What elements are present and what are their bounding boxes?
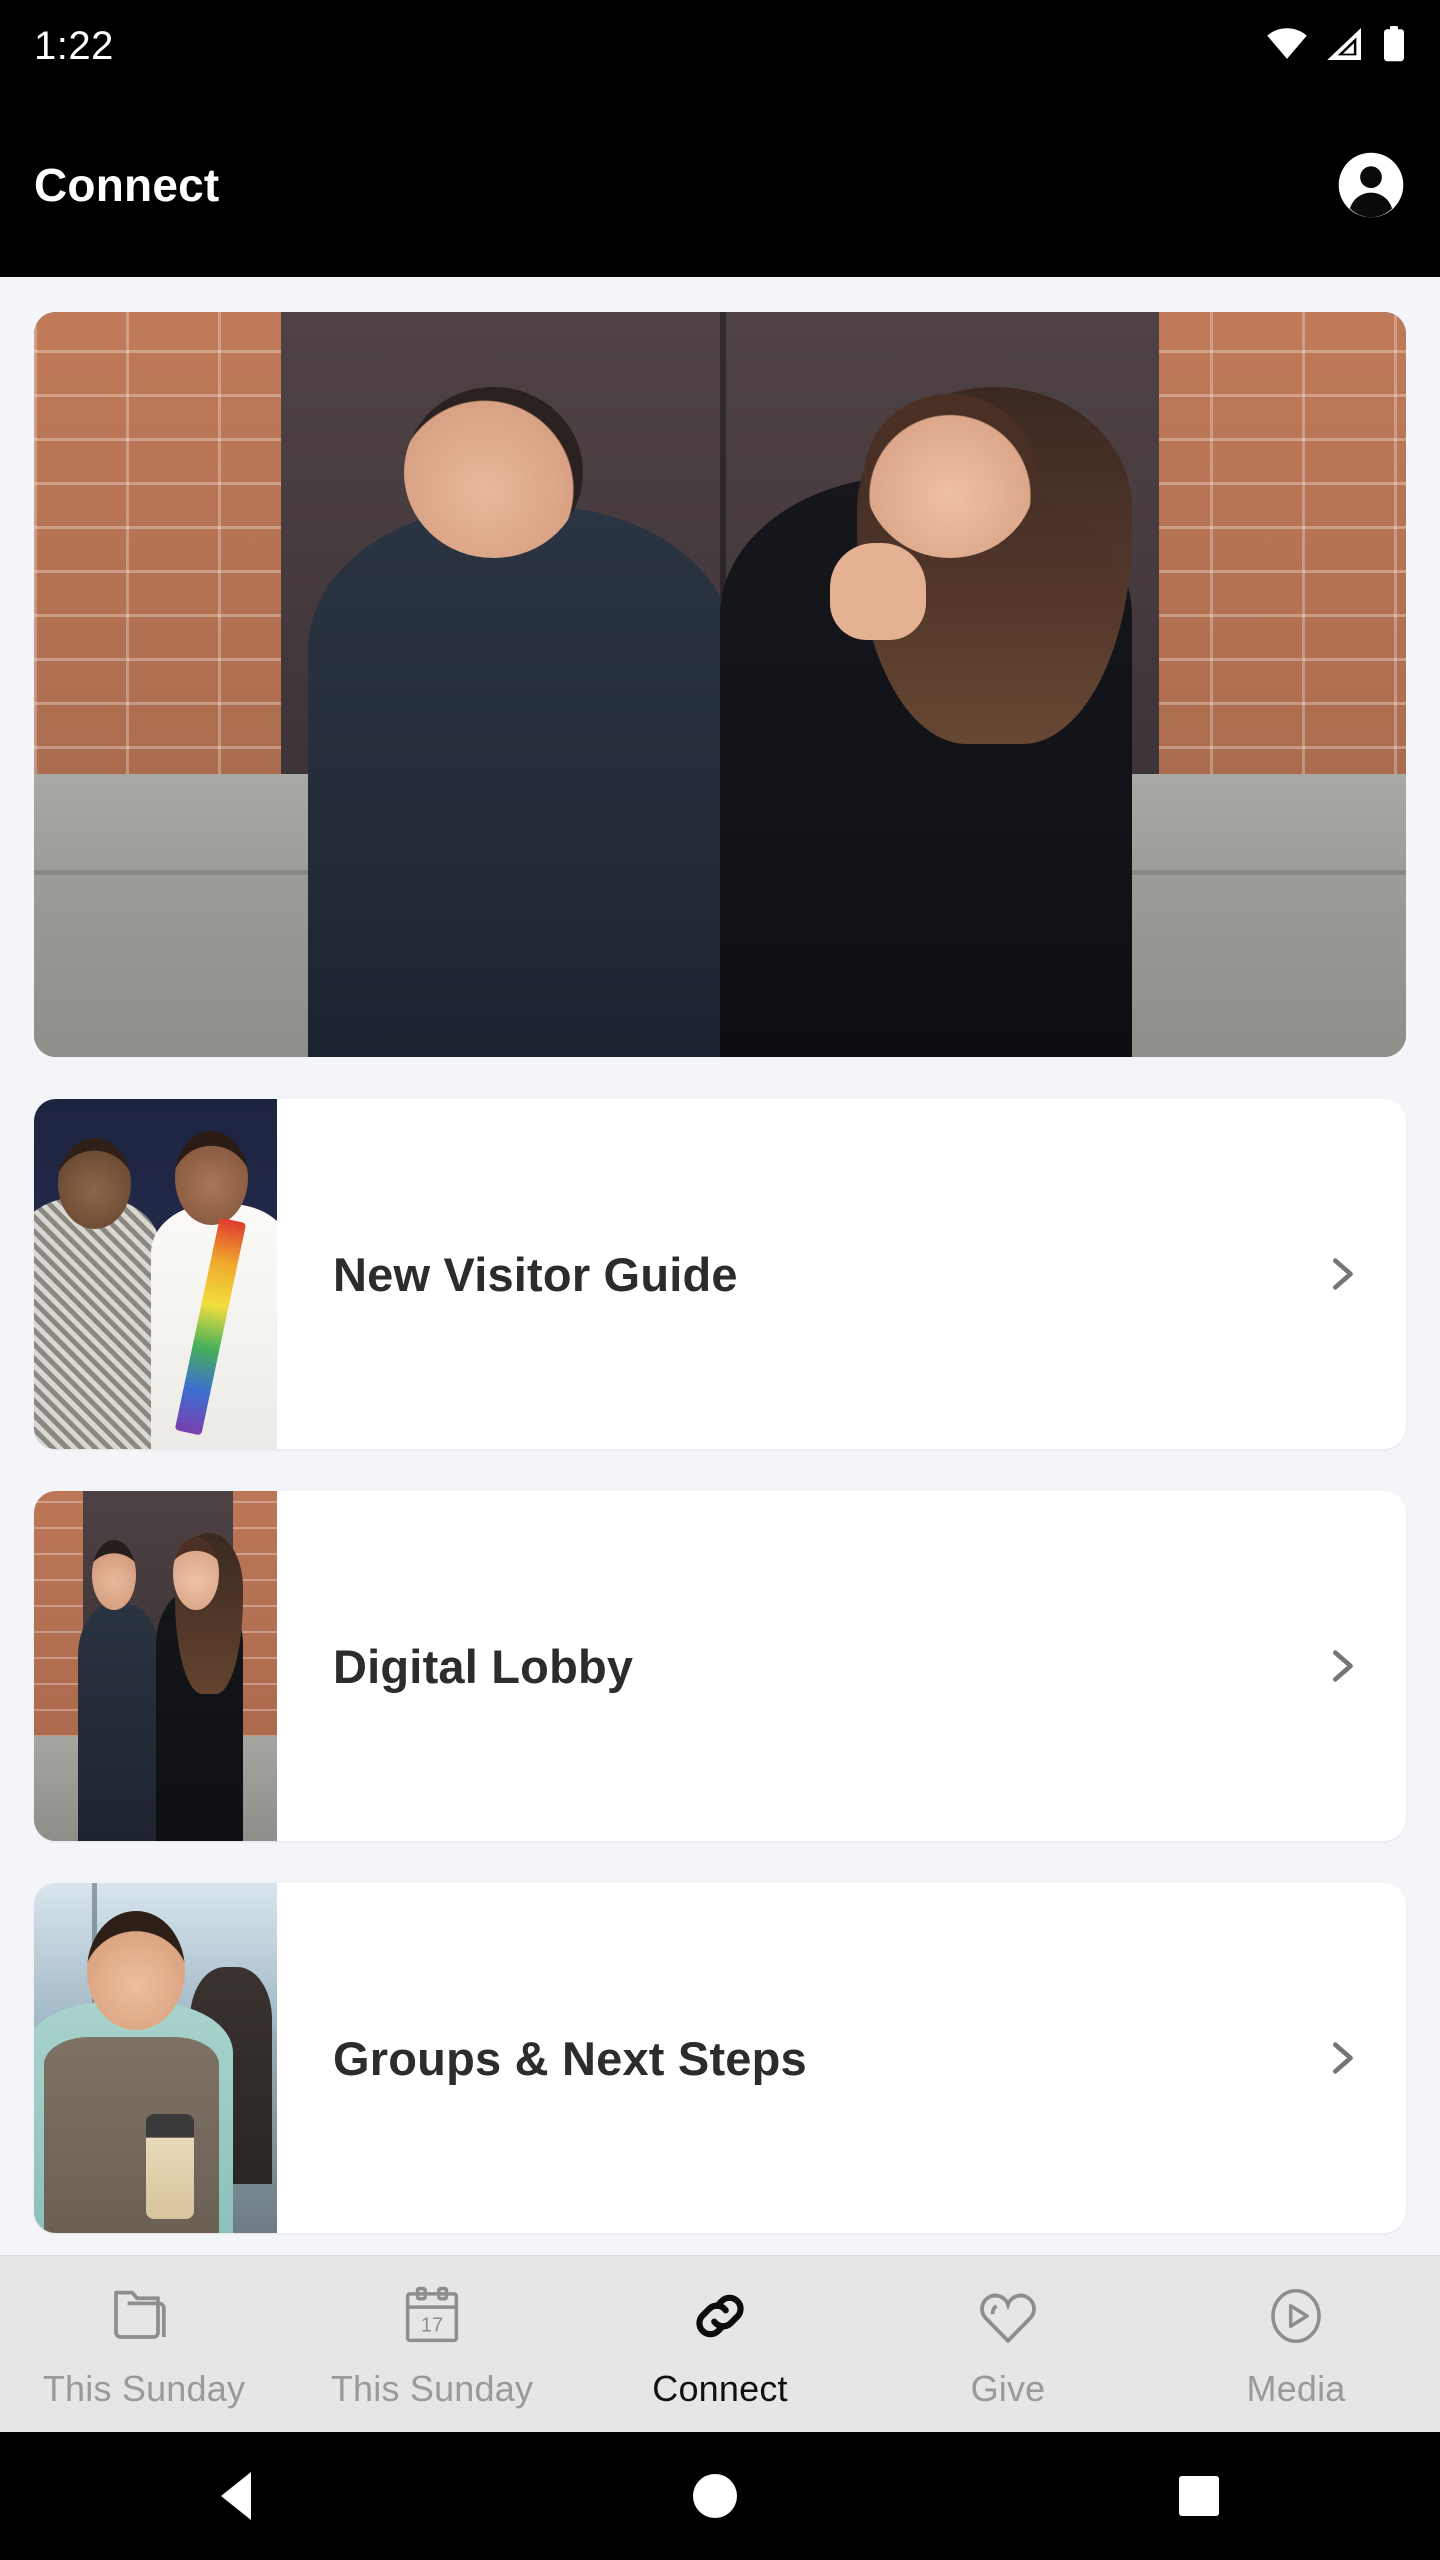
chevron-right-icon[interactable]: [1318, 2035, 1364, 2081]
content-scroll-area[interactable]: New Visitor Guide Digital Lobby Groups &…: [0, 277, 1440, 2255]
hero-banner[interactable]: [34, 312, 1406, 1057]
wifi-icon: [1266, 27, 1308, 65]
app-bar: Connect: [0, 92, 1440, 277]
hero-raised-hand: [829, 542, 926, 640]
back-triangle-icon[interactable]: [221, 2472, 251, 2520]
hero-person-left-head: [404, 386, 583, 558]
battery-icon: [1382, 25, 1406, 67]
hero-person-left: [308, 505, 734, 1057]
tab-media[interactable]: Media: [1152, 2278, 1440, 2410]
tab-label: This Sunday: [330, 2368, 534, 2409]
tab-give[interactable]: Give: [864, 2278, 1152, 2410]
card-title: New Visitor Guide: [333, 1247, 738, 1301]
tab-connect[interactable]: Connect: [576, 2278, 864, 2410]
account-circle-icon[interactable]: [1336, 150, 1406, 220]
home-circle-icon[interactable]: [693, 2474, 737, 2518]
tab-label: This Sunday: [42, 2368, 246, 2409]
list-item[interactable]: New Visitor Guide: [34, 1099, 1406, 1449]
tab-label: Give: [970, 2368, 1046, 2409]
system-navigation-bar: [0, 2432, 1440, 2560]
card-thumbnail: [34, 1491, 277, 1841]
app-screen: 1:22 Connect New Visitor Guide Digital L…: [0, 0, 1440, 2560]
folders-icon: [109, 2278, 179, 2354]
page-title: Connect: [34, 158, 220, 211]
list-item[interactable]: Groups & Next Steps: [34, 1883, 1406, 2233]
cellular-signal-icon: [1326, 27, 1364, 65]
hero-person-right-head: [864, 393, 1036, 558]
card-body: Groups & Next Steps: [277, 1883, 1406, 2233]
play-circle-icon: [1261, 2278, 1331, 2354]
tab-label: Media: [1246, 2368, 1346, 2409]
card-thumbnail: [34, 1099, 277, 1449]
recents-square-icon[interactable]: [1179, 2476, 1219, 2516]
list-item[interactable]: Digital Lobby: [34, 1491, 1406, 1841]
status-bar: 1:22: [0, 0, 1440, 92]
status-icons: [1266, 25, 1406, 67]
tab-label: Connect: [652, 2368, 788, 2409]
card-title: Groups & Next Steps: [333, 2031, 807, 2085]
bottom-tab-bar: This Sunday 17 This Sunday Connect Give …: [0, 2255, 1440, 2432]
status-time: 1:22: [34, 24, 114, 68]
tab-this-sunday-calendar[interactable]: 17 This Sunday: [288, 2278, 576, 2410]
heart-icon: [973, 2278, 1043, 2354]
tab-this-sunday-files[interactable]: This Sunday: [0, 2278, 288, 2410]
card-body: New Visitor Guide: [277, 1099, 1406, 1449]
link-chain-icon: [685, 2278, 755, 2354]
card-body: Digital Lobby: [277, 1491, 1406, 1841]
chevron-right-icon[interactable]: [1318, 1643, 1364, 1689]
chevron-right-icon[interactable]: [1318, 1251, 1364, 1297]
card-title: Digital Lobby: [333, 1639, 634, 1693]
card-thumbnail: [34, 1883, 277, 2233]
calendar-17-icon: 17: [397, 2278, 467, 2354]
svg-text:17: 17: [421, 2315, 443, 2337]
